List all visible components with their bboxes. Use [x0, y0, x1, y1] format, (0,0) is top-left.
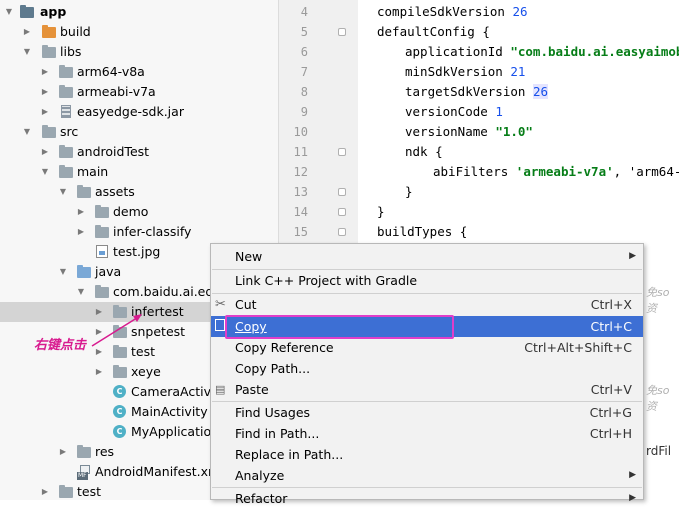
- arrow-line: [91, 315, 141, 347]
- arrow-head: [133, 314, 142, 322]
- annotation-arrow: [91, 314, 142, 347]
